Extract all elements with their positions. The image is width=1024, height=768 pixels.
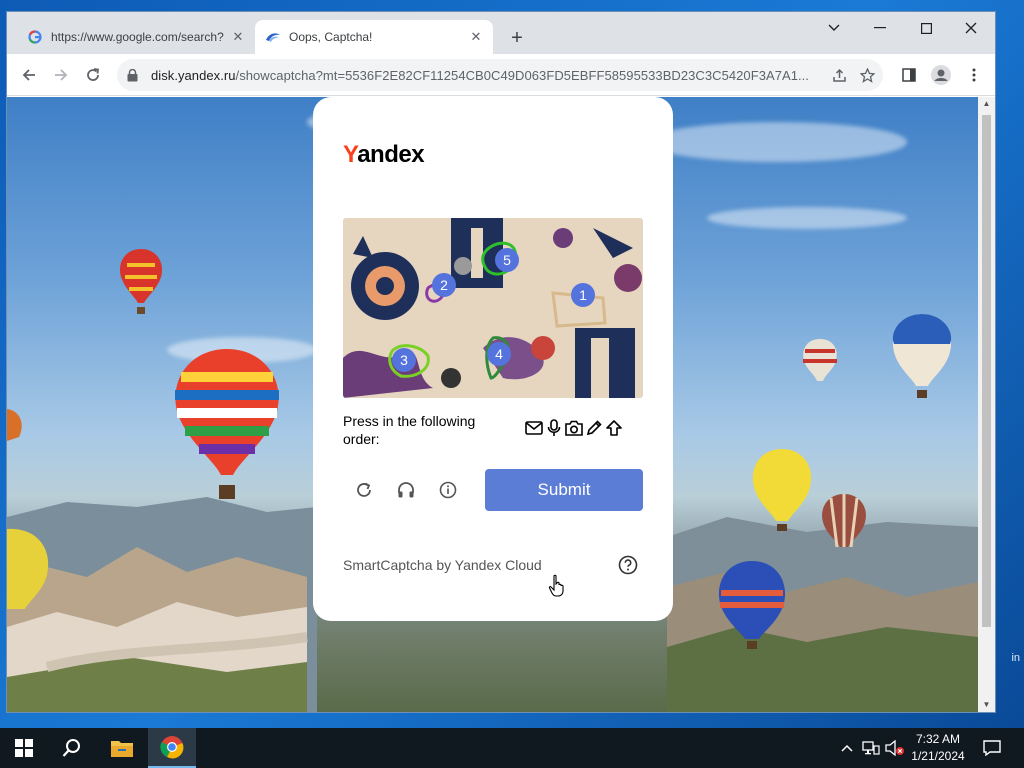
captcha-card: Yandex 1 2 3 4 5 Press in the following … [313, 97, 673, 621]
captcha-marker-2[interactable]: 2 [432, 273, 456, 297]
info-icon[interactable] [437, 479, 459, 501]
file-explorer-icon[interactable] [98, 728, 146, 768]
hot-air-balloon [752, 449, 812, 531]
reload-icon[interactable] [81, 63, 105, 87]
cloud [647, 122, 907, 162]
hot-air-balloon [7, 528, 49, 609]
hot-air-balloon [119, 249, 163, 314]
chrome-icon[interactable] [148, 728, 196, 768]
desktop-partial-label: in [1011, 652, 1020, 664]
captcha-image[interactable]: 1 2 3 4 5 [343, 218, 643, 398]
url-host: disk.yandex.ru [151, 67, 236, 83]
audio-headphones-icon[interactable] [395, 479, 417, 501]
tab-title: https://www.google.com/search? [51, 30, 224, 44]
scrollbar-thumb[interactable] [982, 115, 991, 627]
tab-strip: https://www.google.com/search? ✕ Oops, C… [7, 12, 995, 54]
smartcaptcha-credit: SmartCaptcha by Yandex Cloud [343, 557, 542, 573]
camera-icon [565, 419, 583, 437]
upload-arrow-icon [605, 419, 623, 437]
browser-window: https://www.google.com/search? ✕ Oops, C… [7, 12, 995, 712]
maximize-button[interactable] [904, 14, 948, 42]
start-icon[interactable] [0, 728, 48, 768]
browser-toolbar: disk.yandex.ru/showcaptcha?mt=5536F2E82C… [7, 54, 995, 96]
clock-date: 1/21/2024 [911, 749, 965, 763]
submit-button[interactable]: Submit [485, 469, 643, 511]
yandex-logo: Yandex [343, 141, 425, 168]
taskbar: 7:32 AM 1/21/2024 [0, 728, 1024, 768]
captcha-marker-5[interactable]: 5 [495, 248, 519, 272]
microphone-icon [545, 419, 563, 437]
scroll-down-icon[interactable]: ▼ [982, 700, 991, 710]
clock-time: 7:32 AM [915, 732, 961, 746]
hot-air-balloon [822, 494, 866, 548]
hot-air-balloon [175, 349, 279, 499]
cloud [707, 207, 907, 229]
pencil-icon [585, 419, 603, 437]
page-scrollbar[interactable]: ▲ ▼ [978, 97, 995, 712]
hand-cursor-icon [548, 574, 564, 597]
scroll-up-icon[interactable]: ▲ [982, 99, 991, 109]
kebab-menu-icon[interactable] [962, 63, 986, 87]
close-tab-icon[interactable]: ✕ [467, 28, 485, 46]
captcha-marker-1[interactable]: 1 [571, 283, 595, 307]
star-icon[interactable] [855, 63, 879, 87]
captcha-order-icons [525, 419, 623, 437]
google-icon [27, 29, 43, 45]
new-tab-button[interactable]: + [505, 26, 529, 50]
forward-arrow-icon[interactable] [49, 63, 73, 87]
tab-search-chevron-icon[interactable] [812, 14, 856, 42]
system-clock[interactable]: 7:32 AM 1/21/2024 [902, 731, 974, 765]
show-hidden-icons-chevron-icon[interactable] [838, 728, 856, 768]
hot-air-balloon [803, 339, 837, 381]
yandex-disk-icon [265, 29, 281, 45]
help-icon[interactable] [617, 554, 639, 576]
hot-air-balloon [718, 561, 786, 649]
share-icon[interactable] [827, 63, 851, 87]
hot-air-balloon [7, 409, 22, 441]
minimize-button[interactable] [858, 14, 902, 42]
tab-captcha[interactable]: Oops, Captcha! ✕ [255, 20, 493, 54]
search-icon[interactable] [48, 728, 96, 768]
tab-google-search[interactable]: https://www.google.com/search? ✕ [17, 20, 255, 54]
refresh-icon[interactable] [353, 479, 375, 501]
close-tab-icon[interactable]: ✕ [229, 28, 247, 46]
notifications-icon[interactable] [980, 728, 1004, 768]
network-icon[interactable] [860, 728, 882, 768]
lock-icon[interactable] [127, 68, 141, 82]
profile-icon[interactable] [929, 63, 953, 87]
hot-air-balloon [892, 314, 952, 398]
url-path: /showcaptcha?mt=5536F2E82CF11254CB0C49D0… [235, 67, 809, 83]
captcha-instruction: Press in the following order: [343, 413, 476, 447]
address-bar[interactable]: disk.yandex.ru/showcaptcha?mt=5536F2E82C… [117, 59, 883, 91]
envelope-icon [525, 419, 543, 437]
close-window-button[interactable] [949, 14, 993, 42]
tab-title: Oops, Captcha! [289, 30, 373, 44]
captcha-marker-3[interactable]: 3 [392, 348, 416, 372]
back-arrow-icon[interactable] [17, 63, 41, 87]
url-text: disk.yandex.ru/showcaptcha?mt=5536F2E82C… [151, 68, 827, 83]
captcha-marker-4[interactable]: 4 [487, 342, 511, 366]
side-panel-icon[interactable] [897, 63, 921, 87]
